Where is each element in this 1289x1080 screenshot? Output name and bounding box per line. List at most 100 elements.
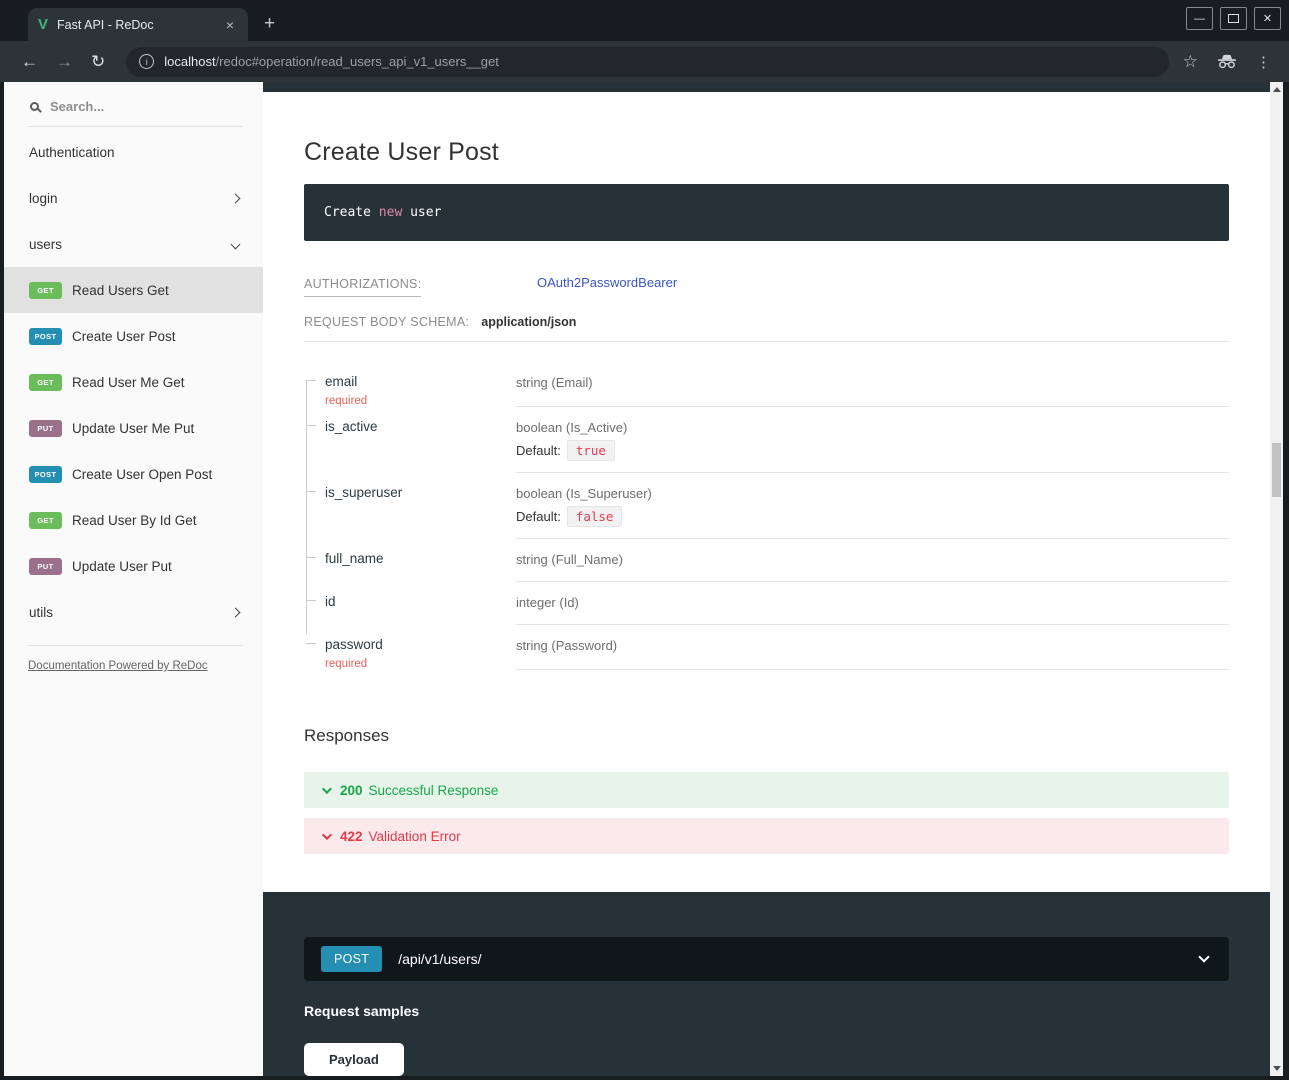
field-name[interactable]: email [325, 374, 357, 389]
responses-list: 200 Successful Response 422 Validation E… [304, 772, 1229, 854]
endpoint-path: /api/v1/users/ [398, 951, 1200, 967]
close-button[interactable]: ✕ [1254, 7, 1281, 30]
response-code: 200 [340, 783, 363, 798]
chevron-down-icon [322, 784, 332, 794]
new-tab-button[interactable]: + [264, 14, 275, 33]
sidebar-footer-divider [28, 645, 243, 646]
response-code: 422 [340, 829, 363, 844]
window-controls: — ✕ [1186, 7, 1281, 30]
tree-tick-icon [306, 643, 316, 644]
oauth2-link[interactable]: OAuth2PasswordBearer [537, 275, 677, 290]
top-dark-strip [263, 82, 1270, 92]
schema-row-is-active: is_active boolean (Is_Active) Default:tr… [304, 407, 1229, 473]
post-badge: POST [29, 328, 62, 345]
field-type: string (Full_Name) [516, 552, 1229, 567]
tab-title: Fast API - ReDoc [57, 18, 222, 32]
minimize-button[interactable]: — [1186, 7, 1213, 30]
field-default: Default:true [516, 443, 1229, 458]
search-input[interactable] [50, 99, 220, 114]
post-badge: POST [29, 466, 62, 483]
back-icon[interactable]: ← [21, 52, 38, 72]
search-box[interactable] [4, 90, 263, 116]
operation-description: Create new user [304, 184, 1229, 241]
browser-window: V Fast API - ReDoc × + — ✕ ← → ↻ i local… [0, 0, 1289, 1080]
request-body-mime: application/json [481, 315, 576, 329]
browser-toolbar: ← → ↻ i localhost /redoc#operation/read_… [0, 41, 1289, 82]
schema-row-email: email required string (Email) [304, 362, 1229, 407]
forward-icon[interactable]: → [56, 52, 73, 72]
scroll-down-arrow[interactable] [1273, 1066, 1281, 1071]
sidebar-item-authentication[interactable]: Authentication [4, 129, 263, 175]
tab-close-icon[interactable]: × [222, 17, 238, 33]
maximize-button[interactable] [1220, 7, 1247, 30]
sidebar-item-create-user-open-post[interactable]: POST Create User Open Post [4, 451, 263, 497]
field-type: integer (Id) [516, 595, 1229, 610]
main-content: Create User Post Create new user AUTHORI… [263, 82, 1270, 1076]
sidebar-item-users[interactable]: users [4, 221, 263, 267]
sidebar-item-login[interactable]: login [4, 175, 263, 221]
site-info-icon[interactable]: i [139, 54, 154, 69]
sidebar-item-read-user-me-get[interactable]: GET Read User Me Get [4, 359, 263, 405]
menu-dots-icon[interactable]: ⋮ [1256, 53, 1271, 71]
scrollbar-thumb[interactable] [1272, 443, 1281, 497]
schema-row-is-superuser: is_superuser boolean (Is_Superuser) Defa… [304, 473, 1229, 539]
reload-icon[interactable]: ↻ [91, 52, 105, 72]
redoc-footer-link[interactable]: Documentation Powered by ReDoc [28, 660, 208, 672]
incognito-icon [1216, 54, 1238, 69]
response-422-panel[interactable]: 422 Validation Error [304, 818, 1229, 854]
get-badge: GET [29, 512, 62, 529]
field-type: boolean (Is_Active) [516, 420, 1229, 435]
sidebar-item-read-user-by-id-get[interactable]: GET Read User By Id Get [4, 497, 263, 543]
samples-panel: POST /api/v1/users/ Request samples Payl… [263, 892, 1270, 1076]
field-type: string (Email) [516, 375, 1229, 390]
search-icon [30, 102, 39, 111]
authorizations-row: AUTHORIZATIONS: OAuth2PasswordBearer [304, 275, 1229, 297]
responses-title: Responses [304, 726, 1229, 746]
schema-row-password: password required string (Password) [304, 625, 1229, 670]
default-value-chip: true [567, 440, 615, 461]
tree-tick-icon [306, 600, 316, 601]
field-name[interactable]: id [325, 594, 336, 609]
field-name[interactable]: is_superuser [325, 485, 402, 500]
bookmark-star-icon[interactable]: ☆ [1183, 52, 1198, 72]
sidebar-divider [28, 126, 243, 127]
tree-tick-icon [306, 425, 316, 426]
field-name[interactable]: is_active [325, 419, 378, 434]
authorizations-label: AUTHORIZATIONS: [304, 277, 421, 297]
default-value-chip: false [567, 506, 623, 527]
sidebar: Authentication login users GET Read User… [4, 82, 263, 1076]
close-icon: ✕ [1263, 12, 1272, 25]
maximize-icon [1228, 14, 1239, 23]
request-body-label: REQUEST BODY SCHEMA: [304, 315, 469, 329]
payload-tab[interactable]: Payload [304, 1043, 404, 1076]
scrollbar[interactable] [1270, 82, 1283, 1076]
scroll-up-arrow[interactable] [1273, 87, 1281, 92]
operation-article: Create User Post Create new user AUTHORI… [263, 138, 1270, 854]
sidebar-item-read-users-get[interactable]: GET Read Users Get [4, 267, 263, 313]
response-200-panel[interactable]: 200 Successful Response [304, 772, 1229, 808]
minimize-icon: — [1194, 13, 1205, 25]
schema-table: email required string (Email) is_active [304, 362, 1229, 670]
response-label: Validation Error [369, 829, 461, 844]
field-type: boolean (Is_Superuser) [516, 486, 1229, 501]
field-name[interactable]: full_name [325, 551, 384, 566]
sidebar-item-update-user-put[interactable]: PUT Update User Put [4, 543, 263, 589]
get-badge: GET [29, 282, 62, 299]
sidebar-item-update-user-me-put[interactable]: PUT Update User Me Put [4, 405, 263, 451]
endpoint-dropdown[interactable]: POST /api/v1/users/ [304, 937, 1229, 981]
chevron-down-icon [1198, 951, 1209, 962]
page-body: Authentication login users GET Read User… [4, 82, 1283, 1076]
sidebar-item-create-user-post[interactable]: POST Create User Post [4, 313, 263, 359]
field-type: string (Password) [516, 638, 1229, 653]
field-default: Default:false [516, 509, 1229, 524]
chevron-down-icon [231, 239, 241, 249]
chevron-right-icon [231, 607, 241, 617]
request-body-row: REQUEST BODY SCHEMA: application/json [304, 315, 1229, 329]
browser-tab[interactable]: V Fast API - ReDoc × [28, 8, 248, 41]
required-flag: required [325, 658, 516, 670]
sidebar-item-utils[interactable]: utils [4, 589, 263, 635]
address-bar[interactable]: i localhost /redoc#operation/read_users_… [126, 47, 1169, 77]
sidebar-nav: Authentication login users GET Read User… [4, 129, 263, 635]
field-name[interactable]: password [325, 637, 383, 652]
favicon-icon: V [38, 16, 48, 33]
